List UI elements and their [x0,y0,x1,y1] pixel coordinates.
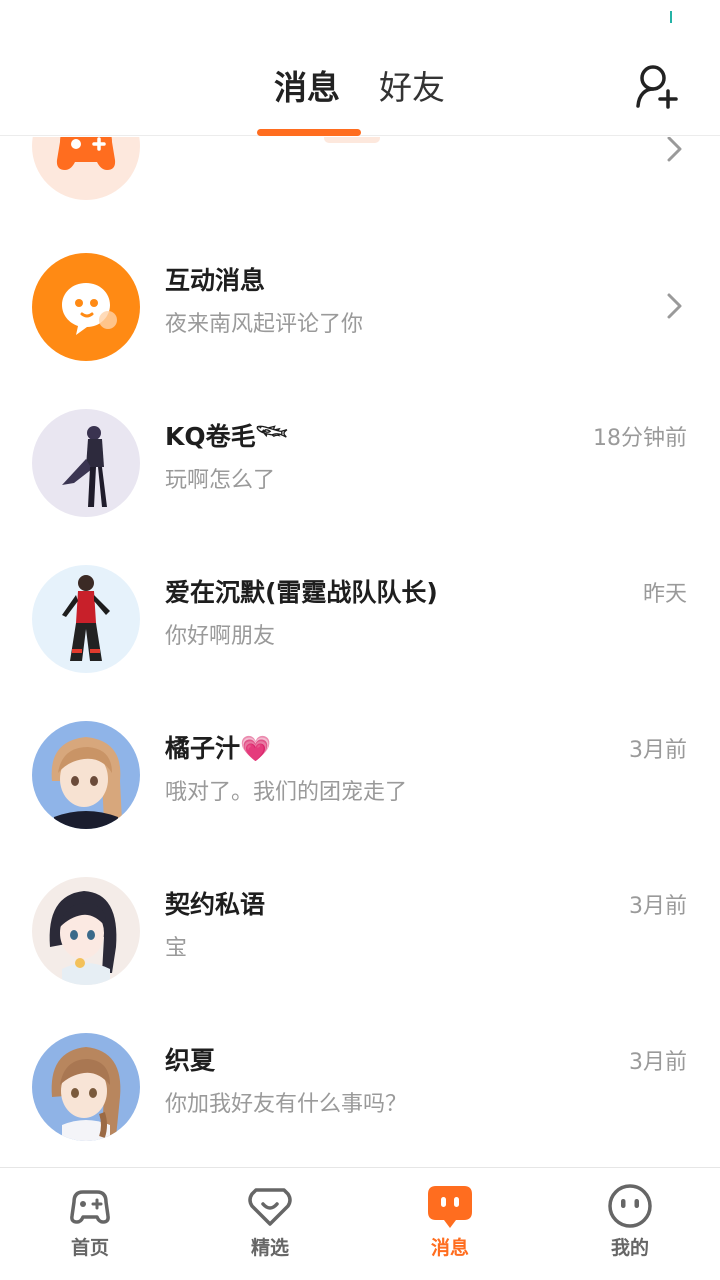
chat-bubble-icon [62,283,117,335]
avatar [32,1033,140,1141]
conversation-time: 3月前 [629,894,687,919]
chevron-right-icon [667,293,682,319]
avatar [32,409,140,517]
nav-label: 消息 [430,1237,469,1259]
game-controller-icon [56,137,116,170]
avatar [32,877,140,985]
tab-friends[interactable]: 好友 [379,68,445,108]
list-item[interactable]: KQ卷毛𓆝 玩啊怎么了 18分钟前 [0,380,720,536]
add-friend-icon[interactable] [632,62,682,112]
conversation-time: 18分钟前 [593,426,687,451]
list-item[interactable]: 互动消息 夜来南风起评论了你 [0,224,720,380]
conversation-time: 3月前 [629,738,687,763]
list-item[interactable]: 橘子汁💗 哦对了。我们的团宠走了 3月前 [0,692,720,848]
conversation-title: 织夏 [165,1046,216,1075]
gamepad-icon [70,1190,110,1224]
user-avatar-image [49,891,117,985]
smiley-icon [608,1184,652,1228]
status-indicator [670,11,672,23]
avatar [32,565,140,673]
nav-label: 我的 [610,1237,649,1259]
conversation-time: 3月前 [629,1050,687,1075]
user-avatar-image [51,737,122,829]
list-item[interactable]: 爱在沉默(雷霆战队队长) 你好啊朋友 昨天 [0,536,720,692]
heart-icon [248,1188,292,1226]
nav-item-messages[interactable]: 消息 [360,1168,540,1280]
avatar [32,721,140,829]
message-list[interactable]: 互动消息 夜来南风起评论了你 KQ卷毛𓆝 玩啊怎么了 18分钟前 爱在沉默(雷霆… [0,137,720,1167]
tab-messages[interactable]: 消息 [274,68,340,108]
conversation-title: 橘子汁💗 [165,734,272,763]
conversation-preview: 宝 [165,936,188,961]
user-avatar-image [51,1047,121,1141]
game-controller-avatar [32,137,140,200]
active-tab-indicator [257,129,361,136]
nav-item-home[interactable]: 首页 [0,1168,180,1280]
conversation-preview: 你好啊朋友 [165,624,276,649]
status-bar [0,0,720,40]
conversation-title: 互动消息 [165,266,266,295]
user-avatar-image [62,575,110,661]
nav-item-featured[interactable]: 精选 [180,1168,360,1280]
conversation-title: 契约私语 [165,890,266,919]
conversation-time: 昨天 [642,582,687,607]
interaction-avatar [32,253,140,361]
conversation-preview: 你加我好友有什么事吗？ [165,1092,408,1117]
list-item[interactable]: 织夏 你加我好友有什么事吗？ 3月前 [0,1004,720,1160]
nav-label: 精选 [250,1237,289,1259]
conversation-title: KQ卷毛𓆝 [165,422,288,451]
nav-item-profile[interactable]: 我的 [540,1168,720,1280]
user-avatar-image [62,426,107,507]
partial-badge [324,137,380,143]
conversation-title: 爱在沉默(雷霆战队队长) [165,578,438,607]
conversation-preview: 夜来南风起评论了你 [165,312,364,337]
conversation-preview: 哦对了。我们的团宠走了 [165,780,408,805]
bottom-navigation: 首页 精选 消息 我的 [0,1167,720,1280]
message-icon [428,1186,472,1228]
conversation-preview: 玩啊怎么了 [165,468,276,493]
nav-label: 首页 [70,1237,109,1259]
list-item[interactable] [0,137,720,224]
chevron-right-icon [667,137,682,162]
list-item[interactable]: 契约私语 宝 3月前 [0,848,720,1004]
top-header: 消息 好友 [0,40,720,136]
